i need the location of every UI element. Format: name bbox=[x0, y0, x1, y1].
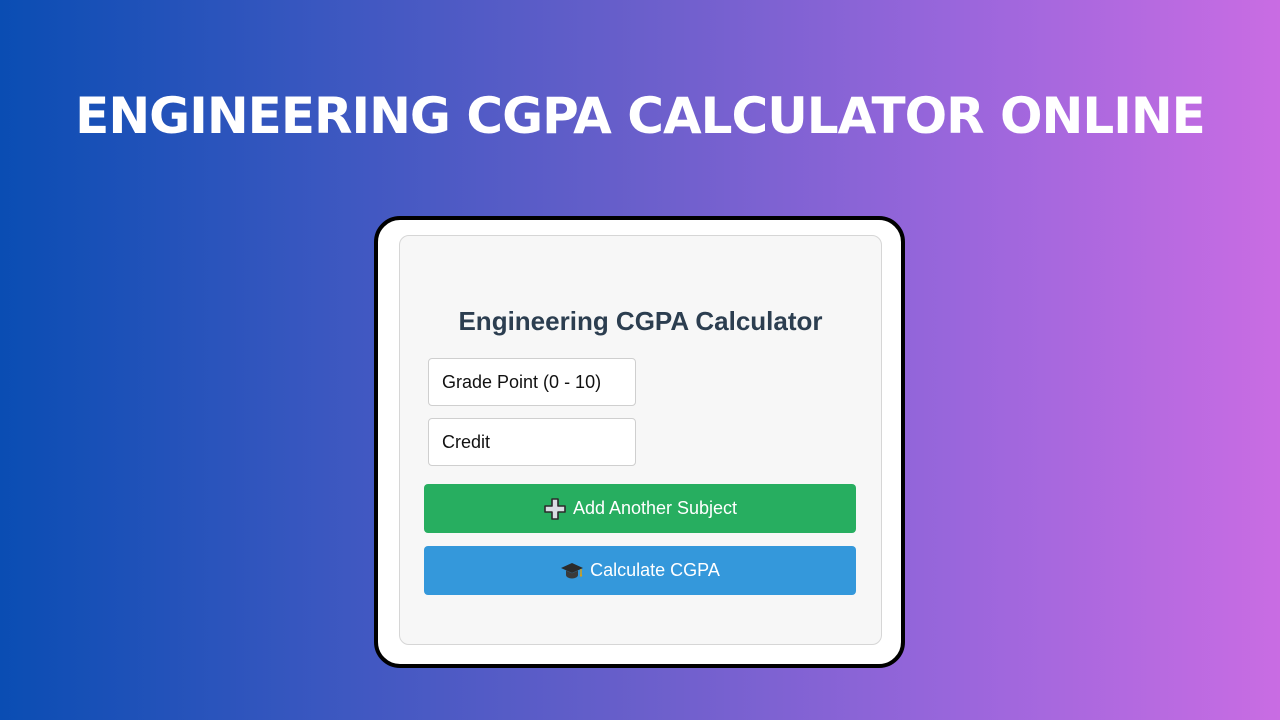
add-subject-label: Add Another Subject bbox=[572, 498, 738, 518]
calculate-cgpa-label: Calculate CGPA bbox=[590, 560, 720, 580]
calculator-frame: Engineering CGPA Calculator Add Another … bbox=[374, 216, 905, 668]
calculator-title: Engineering CGPA Calculator bbox=[458, 306, 823, 336]
grade-point-input[interactable] bbox=[428, 358, 636, 406]
page-title: ENGINEERING CGPA CALCULATOR ONLINE bbox=[75, 87, 1206, 145]
calculator-card: Engineering CGPA Calculator Add Another … bbox=[399, 235, 882, 645]
credit-input[interactable] bbox=[428, 418, 636, 466]
calculate-cgpa-button[interactable]: Calculate CGPA bbox=[424, 546, 856, 595]
plus-icon bbox=[543, 497, 567, 521]
graduation-cap-icon bbox=[560, 559, 584, 583]
add-subject-button[interactable]: Add Another Subject bbox=[424, 484, 856, 533]
